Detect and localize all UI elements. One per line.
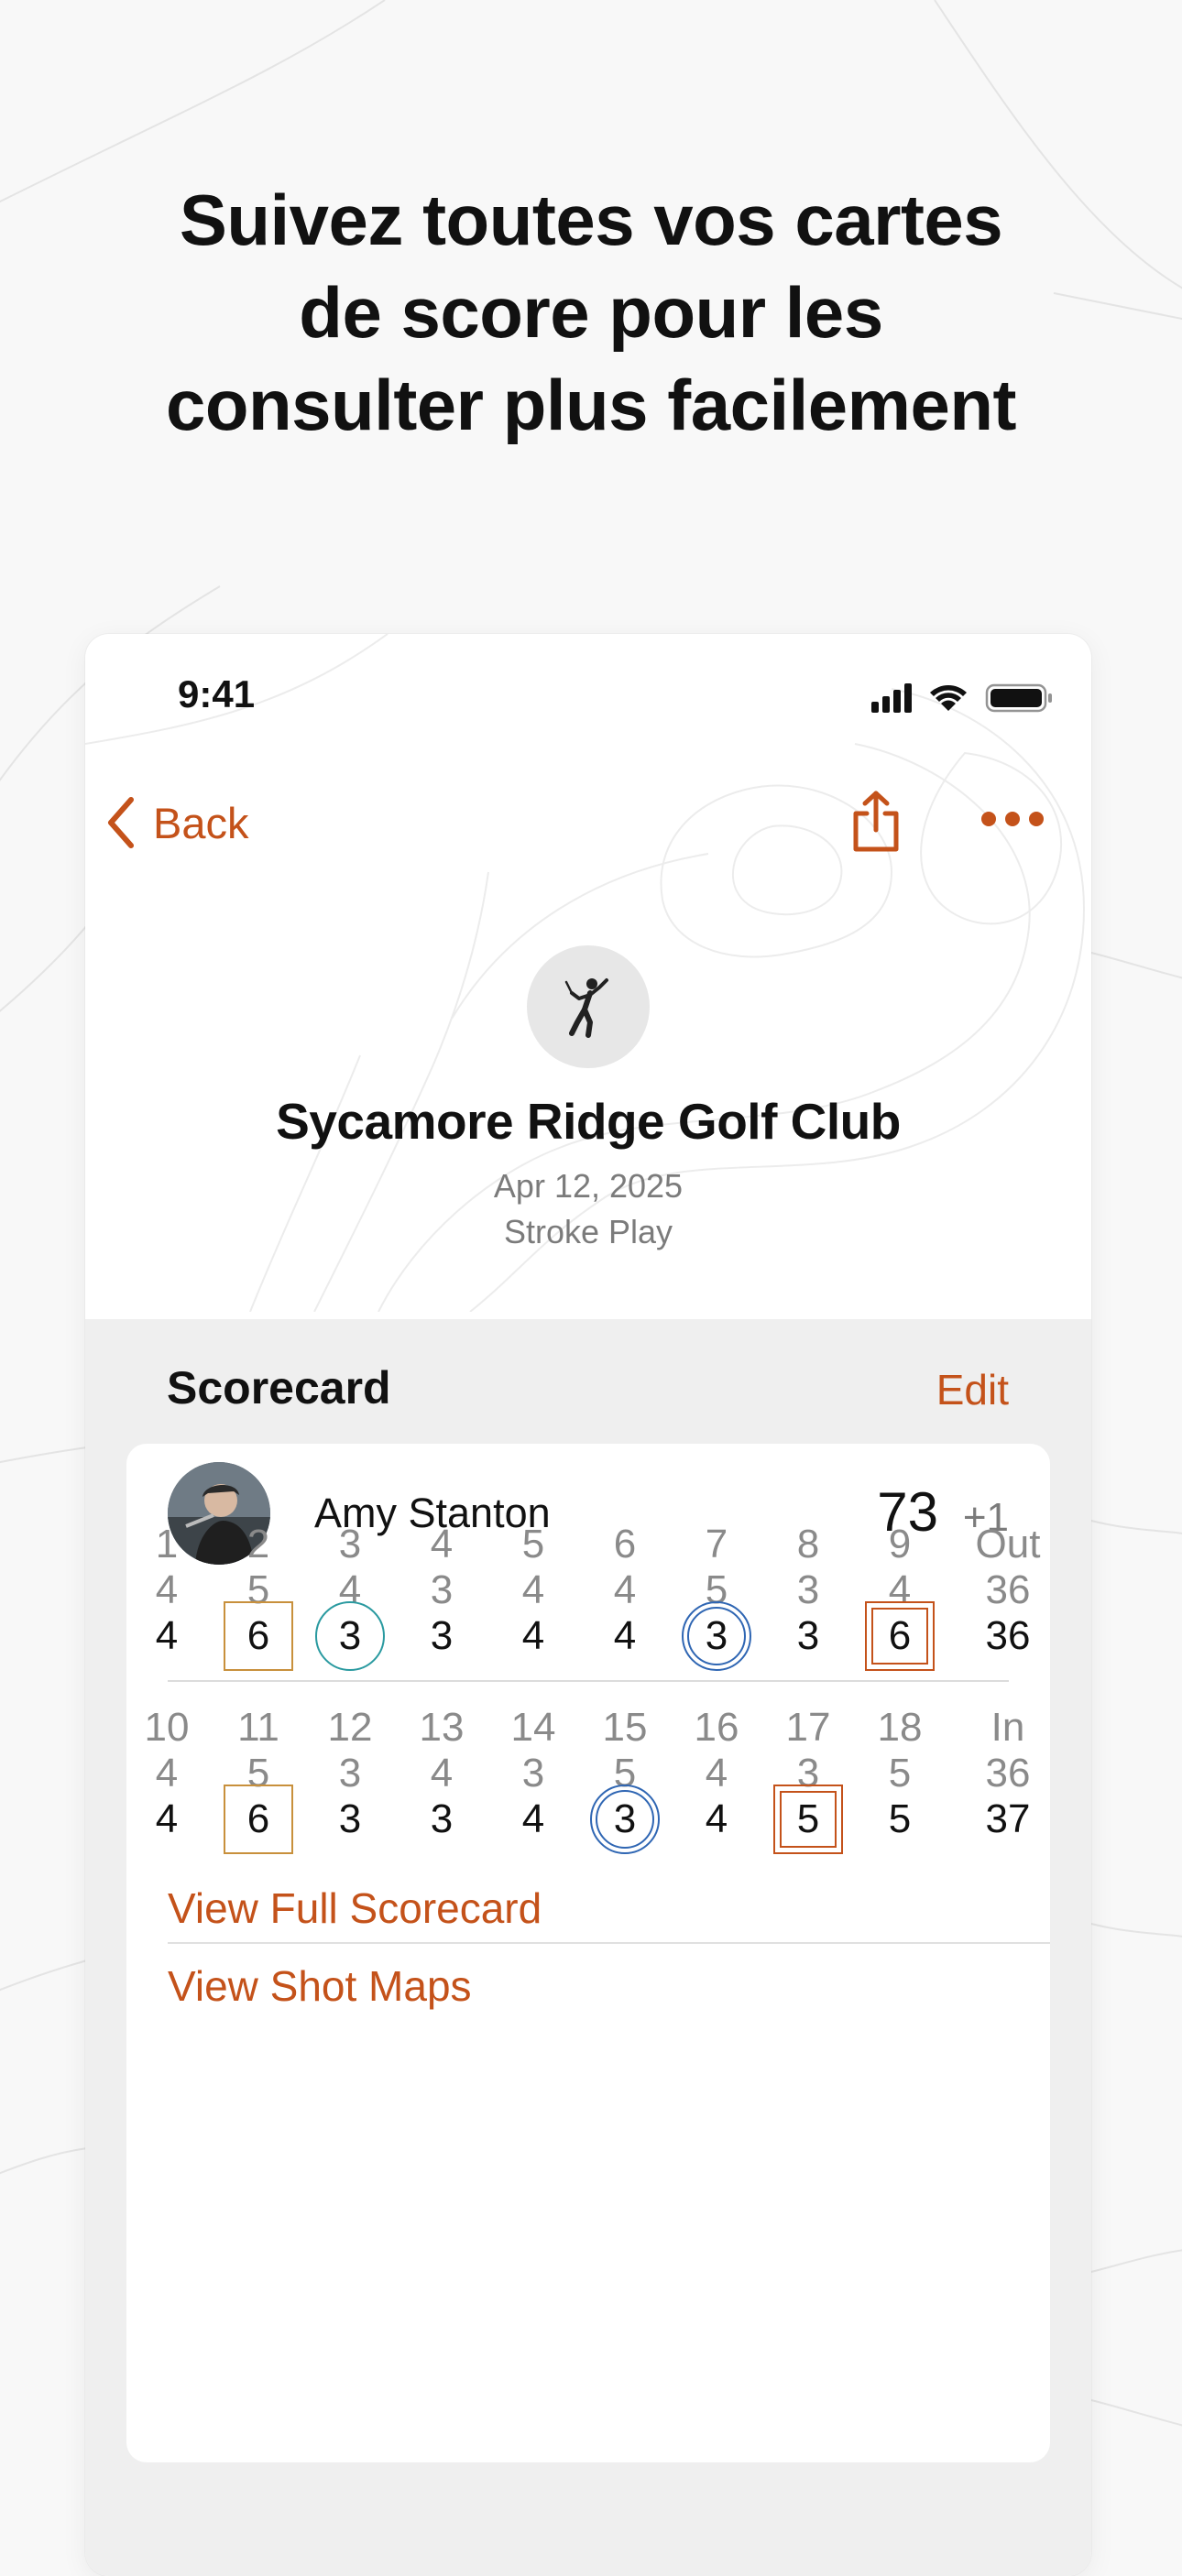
back-score-cell: 37: [967, 1783, 1049, 1856]
golfer-icon: [564, 978, 608, 1038]
front-score-value: 6: [888, 1613, 912, 1658]
back-score-cell: 4: [126, 1783, 208, 1856]
front-score-value: 4: [155, 1613, 179, 1658]
front-score-value: 3: [338, 1613, 362, 1658]
back-score-value: 4: [155, 1796, 179, 1841]
front-score-cell: 3: [767, 1599, 849, 1673]
link-divider: [168, 1942, 1050, 1944]
headline-line-3: consulter plus facilement: [165, 365, 1017, 445]
more-options-icon[interactable]: [980, 806, 1045, 832]
back-score-value: 37: [985, 1796, 1031, 1841]
back-score-value: 6: [246, 1796, 270, 1841]
back-score-cell: 4: [492, 1783, 575, 1856]
back-score-row: 4 6 3 3 4 3 4 5 5 37: [126, 1783, 1050, 1856]
view-full-scorecard-link[interactable]: View Full Scorecard: [168, 1883, 542, 1933]
status-icons: [871, 683, 1052, 713]
nine-divider: [168, 1680, 1009, 1682]
front-score-value: 4: [521, 1613, 545, 1658]
front-score-value: 3: [430, 1613, 454, 1658]
front-score-cell: 4: [126, 1599, 208, 1673]
back-score-cell: 4: [675, 1783, 758, 1856]
back-score-value: 5: [888, 1796, 912, 1841]
front-score-cell: 4: [492, 1599, 575, 1673]
back-score-value: 3: [430, 1796, 454, 1841]
round-date: Apr 12, 2025: [493, 1167, 684, 1205]
front-score-cell: 36: [967, 1599, 1049, 1673]
back-score-value: 4: [521, 1796, 545, 1841]
front-score-value: 36: [985, 1613, 1031, 1658]
back-score-value: 5: [796, 1796, 820, 1841]
promo-headline: Suivez toutes vos cartes de score pour l…: [0, 174, 1182, 452]
share-icon[interactable]: [850, 790, 902, 854]
chevron-left-icon: [108, 797, 134, 848]
course-name: Sycamore Ridge Golf Club: [276, 1093, 901, 1150]
front-score-cell: 3: [675, 1599, 758, 1673]
back-score-cell: 3: [400, 1783, 483, 1856]
front-score-cell: 3: [400, 1599, 483, 1673]
back-score-cell: 5: [859, 1783, 941, 1856]
back-score-cell: 3: [309, 1783, 391, 1856]
view-shot-maps-link[interactable]: View Shot Maps: [168, 1961, 472, 2011]
headline-line-2: de score pour les: [299, 272, 883, 353]
phone-screen: 9:41 Back Sycamore Ridge Golf Club Apr 1…: [85, 634, 1091, 2576]
back-score-cell: 5: [767, 1783, 849, 1856]
wifi-icon: [930, 685, 967, 711]
back-button[interactable]: Back: [105, 795, 249, 850]
front-score-value: 3: [796, 1613, 820, 1658]
back-score-value: 4: [705, 1796, 728, 1841]
back-score-value: 3: [613, 1796, 637, 1841]
round-format: Stroke Play: [503, 1213, 673, 1250]
back-score-cell: 6: [217, 1783, 300, 1856]
cellular-signal-icon: [871, 683, 912, 713]
back-score-value: 3: [338, 1796, 362, 1841]
front-score-cell: 4: [584, 1599, 666, 1673]
scorecard-card: Amy Stanton 73 +1 1 2 3 4 5 6 7 8 9 Out 454344534…: [126, 1444, 1050, 2462]
front-score-value: 6: [246, 1613, 270, 1658]
front-score-cell: 6: [859, 1599, 941, 1673]
headline-line-1: Suivez toutes vos cartes: [179, 180, 1003, 260]
front-score-row: 4 6 3 3 4 4 3 3 6 36: [126, 1599, 1050, 1673]
front-score-cell: 3: [309, 1599, 391, 1673]
status-time: 9:41: [178, 672, 256, 715]
back-label: Back: [153, 798, 249, 847]
front-score-value: 4: [613, 1613, 637, 1658]
scorecard-section-title: Scorecard: [167, 1362, 391, 1414]
golfer-avatar: [527, 945, 650, 1068]
front-score-cell: 6: [217, 1599, 300, 1673]
edit-button[interactable]: Edit: [936, 1365, 1009, 1414]
front-score-value: 3: [705, 1613, 728, 1658]
back-score-cell: 3: [584, 1783, 666, 1856]
battery-icon: [985, 683, 1052, 713]
